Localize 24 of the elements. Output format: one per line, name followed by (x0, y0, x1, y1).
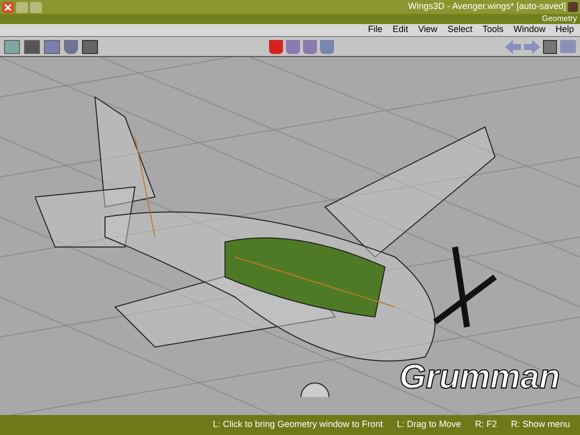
cube-icon[interactable] (44, 40, 60, 54)
status-hint: L: Drag to Move (396, 418, 461, 432)
cube-icon[interactable] (320, 40, 334, 54)
menu-item[interactable]: File (368, 23, 383, 37)
menu-item[interactable]: Tools (482, 23, 504, 37)
geometry-title: Geometry (542, 14, 577, 24)
menu-item[interactable]: View (418, 23, 438, 37)
close-icon[interactable] (2, 2, 14, 12)
cube-icon[interactable] (269, 40, 283, 54)
status-hint: L: Click to bring Geometry window to Front (212, 418, 383, 432)
cube-icon[interactable] (286, 40, 300, 54)
minimize-icon[interactable] (30, 2, 42, 12)
smooth-shading-icon[interactable] (4, 40, 20, 54)
menu-item[interactable]: Select (447, 23, 472, 37)
status-hint: R: F2 (474, 418, 497, 432)
back-arrow-icon[interactable] (505, 40, 521, 54)
menu-item[interactable]: Help (555, 23, 574, 37)
logo-text: Grumman (399, 357, 560, 398)
menu-item[interactable]: Edit (392, 23, 408, 37)
app-icon (568, 2, 578, 12)
status-hint: R: Show menu (510, 418, 570, 432)
menu-item[interactable]: Window (513, 23, 546, 37)
cube-icon[interactable] (303, 40, 317, 54)
window-title: Wings3D - Avenger.wings* [auto-saved] (408, 0, 566, 14)
